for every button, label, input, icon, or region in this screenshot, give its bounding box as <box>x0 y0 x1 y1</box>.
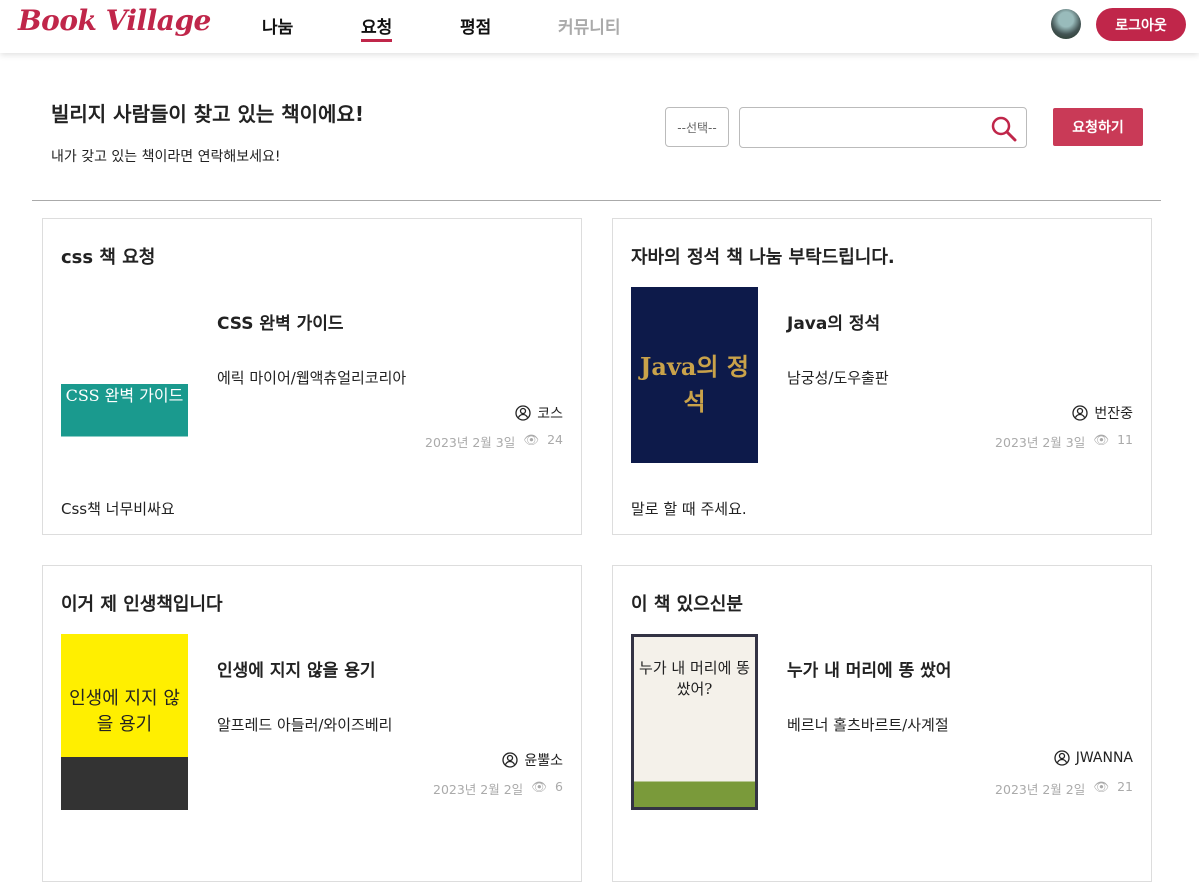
card-comment: 말로 할 때 주세요. <box>631 500 747 518</box>
book-cover: Java의 정석 <box>631 287 758 463</box>
book-title: Java의 정석 <box>787 314 881 334</box>
book-cover: CSS 완벽 가이드 <box>61 287 188 463</box>
post-date: 2023년 2월 2일 <box>995 782 1086 797</box>
view-count: 24 <box>547 432 563 447</box>
book-title: CSS 완벽 가이드 <box>217 314 344 334</box>
search-input[interactable] <box>748 108 988 146</box>
book-author: 남궁성/도우출판 <box>787 369 889 387</box>
nav-request[interactable]: 요청 <box>361 13 393 42</box>
book-cover: 인생에 지지 않을 용기 <box>61 634 188 810</box>
nav-share[interactable]: 나눔 <box>262 13 293 38</box>
book-title: 인생에 지지 않을 용기 <box>217 661 376 681</box>
cover-text: 누가 내 머리에 똥 쌌어? <box>631 634 758 810</box>
book-author: 에릭 마이어/웹액츄얼리코리아 <box>217 369 407 387</box>
book-author: 알프레드 아들러/와이즈베리 <box>217 716 393 734</box>
nav-community[interactable]: 커뮤니티 <box>558 13 621 38</box>
view-count: 21 <box>1117 779 1133 794</box>
card-meta: 2023년 2월 2일 👁 6 <box>433 779 563 798</box>
divider <box>32 200 1161 201</box>
eye-icon: 👁 <box>1093 432 1110 447</box>
card-user: 번잔중 <box>1072 403 1133 423</box>
logout-button[interactable]: 로그아웃 <box>1096 8 1186 41</box>
card-meta: 2023년 2월 3일 👁 24 <box>425 432 563 451</box>
card-user: JWANNA <box>1054 750 1133 766</box>
user-icon <box>1054 750 1070 766</box>
post-date: 2023년 2월 3일 <box>425 435 516 450</box>
card-title[interactable]: 이거 제 인생책입니다 <box>61 590 223 616</box>
request-button[interactable]: 요청하기 <box>1053 108 1143 146</box>
card-meta: 2023년 2월 3일 👁 11 <box>995 432 1133 451</box>
card-title[interactable]: css 책 요청 <box>61 243 155 269</box>
post-date: 2023년 2월 2일 <box>433 782 524 797</box>
user-name: 윤뿔소 <box>524 753 563 769</box>
cover-text: Java의 정석 <box>631 287 758 463</box>
search-box <box>739 107 1027 148</box>
avatar[interactable] <box>1051 9 1081 39</box>
eye-icon: 👁 <box>531 779 548 794</box>
card-title[interactable]: 이 책 있으신분 <box>631 590 743 616</box>
cover-text: CSS 완벽 가이드 <box>61 287 188 463</box>
card-comment: Css책 너무비싸요 <box>61 500 175 518</box>
header: Book Village 나눔 요청 평점 커뮤니티 로그아웃 <box>0 0 1199 53</box>
book-cover: 누가 내 머리에 똥 쌌어? <box>631 634 758 810</box>
card-meta: 2023년 2월 2일 👁 21 <box>995 779 1133 798</box>
user-name: 코스 <box>537 406 563 422</box>
book-author: 베르너 홀츠바르트/사계절 <box>787 716 949 734</box>
card-user: 윤뿔소 <box>502 750 563 770</box>
search-icon[interactable] <box>990 115 1018 143</box>
view-count: 11 <box>1117 432 1133 447</box>
nav-rating[interactable]: 평점 <box>460 13 491 38</box>
user-icon <box>1072 405 1089 421</box>
eye-icon: 👁 <box>523 432 540 447</box>
page-subtitle: 내가 갖고 있는 책이라면 연락해보세요! <box>51 149 281 165</box>
request-card[interactable]: css 책 요청 CSS 완벽 가이드 CSS 완벽 가이드 에릭 마이어/웹액… <box>42 218 582 535</box>
user-name: JWANNA <box>1075 750 1133 766</box>
logo[interactable]: Book Village <box>18 4 211 37</box>
request-card[interactable]: 자바의 정석 책 나눔 부탁드립니다. Java의 정석 Java의 정석 남궁… <box>612 218 1152 535</box>
request-card[interactable]: 이 책 있으신분 누가 내 머리에 똥 쌌어? 누가 내 머리에 똥 쌌어 베르… <box>612 565 1152 882</box>
card-user: 코스 <box>515 403 563 423</box>
category-select[interactable]: --선택-- <box>665 107 729 147</box>
user-name: 번잔중 <box>1094 406 1133 422</box>
view-count: 6 <box>555 779 563 794</box>
page-title: 빌리지 사람들이 찾고 있는 책이에요! <box>51 102 364 126</box>
card-title[interactable]: 자바의 정석 책 나눔 부탁드립니다. <box>631 243 895 269</box>
user-icon <box>502 752 519 768</box>
book-title: 누가 내 머리에 똥 쌌어 <box>787 661 952 681</box>
cover-text: 인생에 지지 않을 용기 <box>61 634 188 810</box>
eye-icon: 👁 <box>1093 779 1110 794</box>
user-icon <box>515 405 531 421</box>
request-card[interactable]: 이거 제 인생책입니다 인생에 지지 않을 용기 인생에 지지 않을 용기 알프… <box>42 565 582 882</box>
post-date: 2023년 2월 3일 <box>995 435 1086 450</box>
